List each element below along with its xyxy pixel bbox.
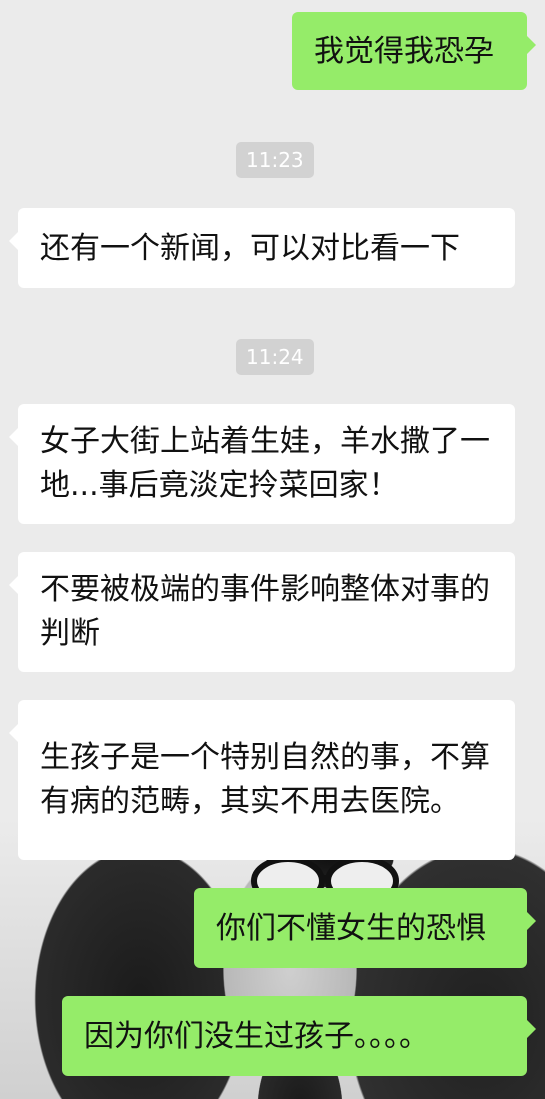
message-text: 女子大街上站着生娃，羊水撒了一地...事后竟淡定拎菜回家！ [40, 424, 490, 503]
message-bubble-outgoing[interactable]: 因为你们没生过孩子。。。。 [62, 996, 536, 1076]
message-bubble-outgoing[interactable]: 我觉得我恐孕 [292, 12, 536, 90]
message-bubble-incoming[interactable]: 还有一个新闻，可以对比看一下 [9, 208, 515, 288]
timestamp: 11:24 [236, 339, 314, 375]
message-bubble-incoming[interactable]: 女子大街上站着生娃，羊水撒了一地...事后竟淡定拎菜回家！ [9, 404, 515, 524]
message-bubble-incoming[interactable]: 不要被极端的事件影响整体对事的判断 [9, 552, 515, 672]
message-text: 不要被极端的事件影响整体对事的判断 [40, 572, 490, 651]
message-text: 你们不懂女生的恐惧 [216, 910, 486, 946]
message-text: 生孩子是一个特别自然的事，不算有病的范畴，其实不用去医院。 [40, 740, 490, 819]
message-bubble-outgoing[interactable]: 你们不懂女生的恐惧 [194, 888, 536, 968]
message-text: 因为你们没生过孩子。。。。 [84, 1018, 429, 1054]
message-text: 我觉得我恐孕 [314, 33, 494, 69]
message-text: 还有一个新闻，可以对比看一下 [40, 230, 460, 266]
message-bubble-incoming[interactable]: 生孩子是一个特别自然的事，不算有病的范畴，其实不用去医院。 [9, 700, 515, 860]
timestamp: 11:23 [236, 142, 314, 178]
